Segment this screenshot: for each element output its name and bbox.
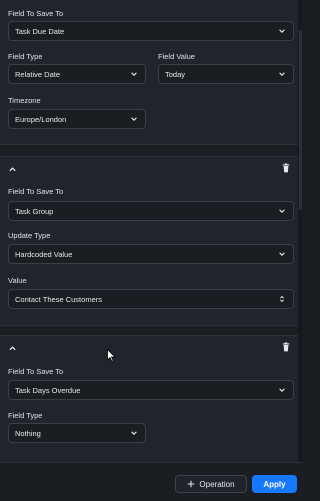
field-to-save-to-select[interactable]: Task Due Date <box>8 21 294 41</box>
value-label: Value <box>8 276 27 285</box>
footer-bar: Operation Apply <box>0 462 303 501</box>
select-value: Task Days Overdue <box>15 385 81 395</box>
field-value-label: Field Value <box>158 52 195 61</box>
field-to-save-to-label: Field To Save To <box>8 9 64 18</box>
update-type-label: Update Type <box>8 231 51 240</box>
add-operation-button[interactable]: Operation <box>175 475 247 493</box>
chevron-down-icon <box>129 69 139 79</box>
field-to-save-to-label: Field To Save To <box>8 367 64 376</box>
field-value-select[interactable]: Today <box>158 64 294 84</box>
select-value: Hardcoded Value <box>15 249 73 259</box>
trash-icon[interactable] <box>280 341 292 353</box>
trash-icon[interactable] <box>280 162 292 174</box>
update-type-select[interactable]: Hardcoded Value <box>8 244 294 264</box>
cursor-icon <box>107 349 116 362</box>
select-value: Contact These Customers <box>15 294 102 304</box>
field-type-select[interactable]: Nothing <box>8 423 146 443</box>
chevron-down-icon <box>129 428 139 438</box>
chevron-down-icon <box>129 114 139 124</box>
select-value: Task Due Date <box>15 26 65 36</box>
operation-block-3: Field To Save To Task Days Overdue Field… <box>0 335 298 463</box>
operation-block-1: Field To Save To Task Due Date Field Typ… <box>0 0 298 145</box>
chevron-up-icon[interactable] <box>6 342 18 354</box>
chevron-down-icon <box>277 69 287 79</box>
scrollbar-thumb[interactable] <box>299 30 302 210</box>
select-value: Europe/London <box>15 114 67 124</box>
select-value: Today <box>165 69 186 79</box>
field-to-save-to-label: Field To Save To <box>8 187 64 196</box>
field-type-select[interactable]: Relative Date <box>8 64 146 84</box>
scrollbar[interactable] <box>298 0 303 500</box>
select-value: Relative Date <box>15 69 61 79</box>
chevron-down-icon <box>277 385 287 395</box>
timezone-select[interactable]: Europe/London <box>8 109 146 129</box>
add-operation-label: Operation <box>199 479 235 489</box>
timezone-label: Timezone <box>8 96 41 105</box>
chevron-down-icon <box>277 249 287 259</box>
apply-button[interactable]: Apply <box>252 475 297 493</box>
select-value: Nothing <box>15 428 41 438</box>
field-to-save-to-select[interactable]: Task Group <box>8 201 294 221</box>
apply-label: Apply <box>263 479 286 489</box>
value-select[interactable]: Contact These Customers <box>8 289 294 309</box>
chevron-down-icon <box>277 26 287 36</box>
field-to-save-to-select[interactable]: Task Days Overdue <box>8 380 294 400</box>
plus-icon <box>188 480 195 488</box>
field-type-label: Field Type <box>8 411 43 420</box>
chevron-up-icon[interactable] <box>6 163 18 175</box>
chevron-down-icon <box>277 206 287 216</box>
operation-block-2: Field To Save To Task Group Update Type … <box>0 156 298 326</box>
updown-icon <box>277 294 287 304</box>
field-type-label: Field Type <box>8 52 43 61</box>
select-value: Task Group <box>15 206 54 216</box>
